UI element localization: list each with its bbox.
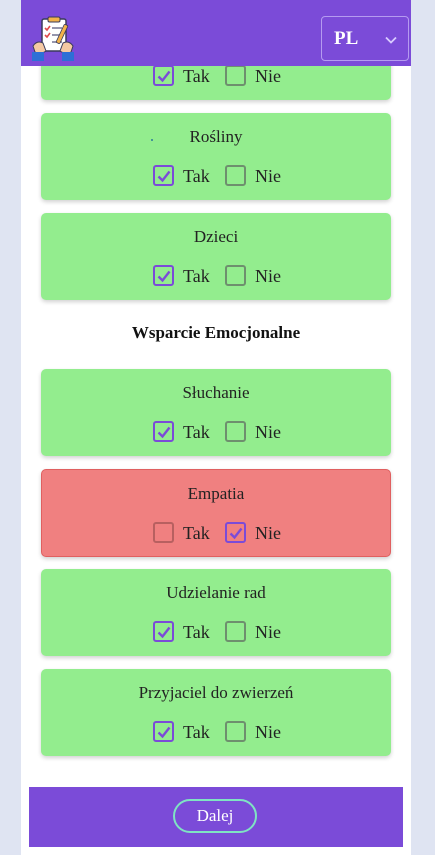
checkbox-no[interactable] [225,522,246,543]
card-title: Przyjaciel do zwierzeń [138,683,294,702]
checkbox-no[interactable] [225,165,246,186]
checkbox-no[interactable] [225,65,246,86]
option-yes-label: Tak [183,523,210,543]
option-yes-label: Tak [183,722,210,742]
check-icon [157,270,171,283]
option-no-label: Nie [255,523,281,543]
checkbox-yes[interactable] [153,522,174,543]
checklist-logo-icon[interactable] [30,16,76,62]
option-yes-label: Tak [183,422,210,442]
card-title: Słuchanie [182,383,250,402]
checkbox-yes[interactable] [153,65,174,86]
option-yes-label: Tak [183,166,210,186]
option-no-label: Nie [255,66,281,86]
checkbox-no[interactable] [225,721,246,742]
check-icon [157,726,171,739]
option-yes-label: Tak [183,66,210,86]
checkbox-yes[interactable] [153,721,174,742]
card-empatia: Empatia Tak Nie [41,469,391,557]
section-title: Wsparcie Emocjonalne [131,323,301,342]
option-no-label: Nie [255,422,281,442]
option-yes-label: Tak [183,266,210,286]
footer-bar: Dalej [29,787,403,847]
card-rosliny: Rośliny Tak Nie [41,113,391,200]
check-icon [157,170,171,183]
option-no-label: Nie [255,166,281,186]
checkbox-no[interactable] [225,621,246,642]
language-code: PL [334,28,359,49]
checkbox-yes[interactable] [153,165,174,186]
checkbox-yes[interactable] [153,621,174,642]
check-icon [229,527,243,540]
checkbox-no[interactable] [225,265,246,286]
decorative-dot [151,139,153,141]
check-icon [157,70,171,83]
card-title: Udzielanie rad [166,583,266,602]
chevron-down-icon [385,36,397,44]
option-no-label: Nie [255,722,281,742]
option-no-label: Nie [255,266,281,286]
language-select[interactable]: PL [321,16,409,61]
card-dzieci: Dzieci Tak Nie [41,213,391,300]
card-przyjaciel: Przyjaciel do zwierzeń Tak Nie [41,669,391,756]
option-yes-label: Tak [183,622,210,642]
checkbox-no[interactable] [225,421,246,442]
card-udzielanie-rad: Udzielanie rad Tak Nie [41,569,391,656]
next-button[interactable]: Dalej [173,799,257,833]
checkbox-yes[interactable] [153,265,174,286]
card-title: Empatia [187,484,245,503]
app-header: PL [21,0,411,66]
option-no-label: Nie [255,622,281,642]
card-sluchanie: Słuchanie Tak Nie [41,369,391,456]
card-title: Rośliny [189,127,243,146]
page: Tak Nie Rośliny Tak Nie Dzieci Tak Nie W… [21,0,411,855]
check-icon [157,426,171,439]
check-icon [157,626,171,639]
checkbox-yes[interactable] [153,421,174,442]
card-title: Dzieci [193,227,239,246]
